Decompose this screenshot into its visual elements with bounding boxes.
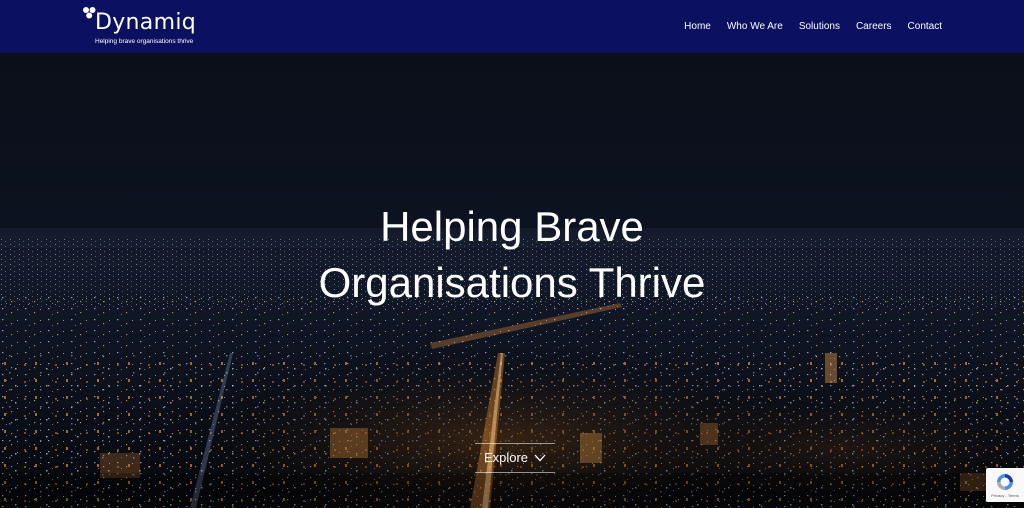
hero-title-line-1: Helping Brave (380, 203, 644, 250)
nav-item-home[interactable]: Home (684, 21, 711, 32)
nav-item-careers[interactable]: Careers (856, 21, 892, 32)
hero-title-line-2: Organisations Thrive (318, 259, 706, 306)
logo-wordmark: Dynamiq (95, 10, 196, 35)
recaptcha-badge[interactable]: Privacy - Terms (986, 468, 1024, 502)
page: Dynamiq Helping brave organisations thri… (0, 0, 1024, 508)
nav-item-solutions[interactable]: Solutions (799, 21, 840, 32)
explore-button[interactable]: Explore (475, 443, 555, 473)
recaptcha-icon (997, 474, 1013, 490)
nav-item-contact[interactable]: Contact (908, 21, 942, 32)
logo[interactable]: Dynamiq Helping brave organisations thri… (82, 6, 196, 48)
main-nav: Home Who We Are Solutions Careers Contac… (684, 0, 942, 53)
recaptcha-links[interactable]: Privacy - Terms (986, 493, 1024, 499)
logo-tagline: Helping brave organisations thrive (95, 38, 194, 45)
nav-item-who-we-are[interactable]: Who We Are (727, 21, 783, 32)
hero-title: Helping Brave Organisations Thrive (0, 199, 1024, 311)
site-header: Dynamiq Helping brave organisations thri… (0, 0, 1024, 53)
explore-label: Explore (483, 450, 529, 465)
hero-section: Helping Brave Organisations Thrive Explo… (0, 53, 1024, 508)
chevron-down-icon (534, 454, 546, 462)
